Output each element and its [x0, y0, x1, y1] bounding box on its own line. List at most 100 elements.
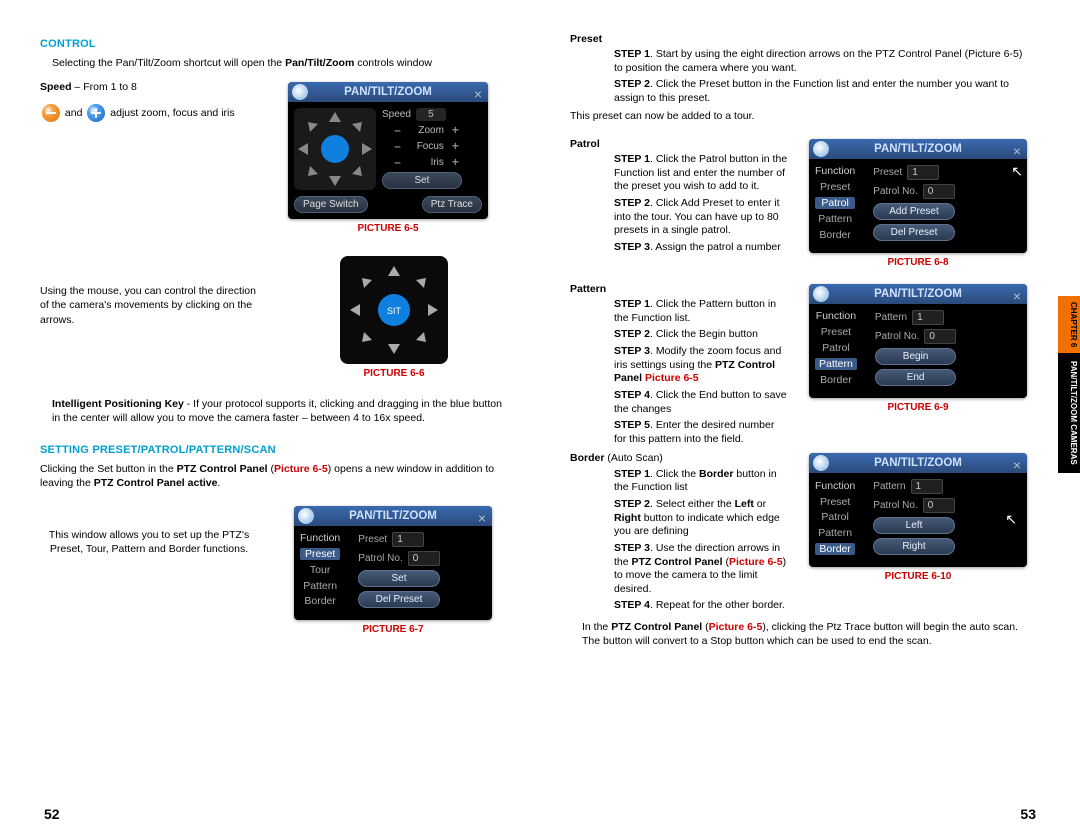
list-item[interactable]: Preset [815, 326, 857, 338]
text-bold: PTZ Control Panel [632, 556, 723, 568]
text: . Select either the [650, 498, 735, 510]
heading-patrol: Patrol [570, 137, 788, 151]
direction-pad[interactable] [294, 108, 376, 190]
list-item[interactable]: Pattern [300, 580, 340, 592]
setting-paragraph: Clicking the Set button in the PTZ Contr… [40, 462, 510, 490]
patrol-input[interactable]: 0 [923, 184, 955, 199]
ptz-trace-button[interactable]: Ptz Trace [422, 196, 482, 213]
step-label: STEP 5 [614, 419, 650, 431]
list-item[interactable]: Pattern [815, 358, 857, 370]
iris-minus[interactable]: – [382, 155, 413, 169]
text-bold: PTZ Control Panel [611, 621, 702, 633]
patrol-input[interactable]: 0 [923, 498, 955, 513]
sit-pad[interactable]: SIT [340, 256, 448, 364]
heading-control: Control [40, 38, 510, 50]
close-icon[interactable]: × [474, 86, 482, 102]
patrol-input[interactable]: 0 [408, 551, 440, 566]
text-bold: PTZ Control Panel [177, 463, 268, 475]
footer-paragraph: In the PTZ Control Panel (Picture 6-5), … [582, 620, 1030, 648]
del-preset-button[interactable]: Del Preset [358, 591, 439, 608]
ptz-logo-icon [813, 455, 829, 471]
label-pattern: Pattern [873, 481, 905, 492]
label-preset: Preset [873, 167, 902, 178]
cursor-icon: ↖ [1005, 511, 1017, 528]
value-speed[interactable]: 5 [416, 108, 446, 121]
list-item[interactable]: Preset [815, 181, 855, 193]
close-icon[interactable]: × [1013, 288, 1021, 304]
iris-plus[interactable]: + [449, 155, 462, 169]
close-icon[interactable]: × [1013, 457, 1021, 473]
focus-plus[interactable]: + [449, 139, 462, 153]
heading-border: Border (Auto Scan) [570, 451, 788, 465]
ptz-logo-icon [813, 286, 829, 302]
list-item[interactable]: Pattern [815, 527, 855, 539]
text-red: Picture 6-5 [645, 372, 699, 384]
chapter-tab: CHAPTER 6 PAN/TILT/ZOOM CAMERAS [1058, 296, 1080, 473]
step: STEP 2. Select either the Left or Right … [614, 498, 788, 539]
step-label: STEP 1 [614, 153, 650, 165]
set-button[interactable]: Set [358, 570, 439, 587]
label-focus: Focus [416, 141, 446, 152]
page-switch-button[interactable]: Page Switch [294, 196, 368, 213]
list-item[interactable]: Border [815, 229, 855, 241]
set-button[interactable]: Set [382, 172, 462, 189]
ptz-title: PAN/TILT/ZOOM [874, 457, 962, 469]
text: – From 1 to 8 [72, 81, 137, 93]
pattern-input[interactable]: 1 [911, 479, 943, 494]
col-function: Function [815, 165, 855, 177]
col-function: Function [815, 480, 855, 492]
step: STEP 3. Assign the patrol a number [614, 241, 788, 255]
ipk-paragraph: Intelligent Positioning Key - If your pr… [52, 397, 510, 425]
list-item[interactable]: Border [815, 374, 857, 386]
label-patrol: Patrol No. [358, 553, 402, 564]
ptz-title: PAN/TILT/ZOOM [874, 288, 962, 300]
step-label: STEP 4 [614, 599, 650, 611]
list-item[interactable]: Border [815, 543, 855, 555]
text-red: Picture 6-5 [709, 621, 763, 633]
figure-6-6: SIT PICTURE 6-6 [278, 256, 510, 387]
list-item[interactable]: Patrol [815, 511, 855, 523]
patrol-input[interactable]: 0 [924, 329, 956, 344]
ptz-titlebar: PAN/TILT/ZOOM × [288, 82, 488, 102]
figure-6-9: PAN/TILT/ZOOM × Function Preset Patrol P… [806, 284, 1030, 421]
svg-text:SIT: SIT [387, 306, 402, 316]
left-button[interactable]: Left [873, 517, 954, 534]
pattern-input[interactable]: 1 [912, 310, 944, 325]
list-item[interactable]: Patrol [815, 197, 855, 209]
focus-minus[interactable]: – [382, 139, 413, 153]
step-label: STEP 1 [614, 298, 650, 310]
step: STEP 4. Repeat for the other border. [614, 599, 788, 613]
list-item[interactable]: Pattern [815, 213, 855, 225]
end-button[interactable]: End [875, 369, 956, 386]
step: STEP 5. Enter the desired number for thi… [614, 419, 788, 446]
heading-pattern: Pattern [570, 282, 788, 296]
list-item[interactable]: Preset [300, 548, 340, 560]
step: STEP 3. Use the direction arrows in the … [614, 542, 788, 597]
zoom-minus[interactable]: – [382, 123, 413, 137]
add-preset-button[interactable]: Add Preset [873, 203, 954, 220]
begin-button[interactable]: Begin [875, 348, 956, 365]
cursor-icon: ↖ [1011, 163, 1023, 180]
text-bold: Left [735, 498, 754, 510]
speed-line: Speed – From 1 to 8 [40, 80, 270, 94]
list-item[interactable]: Preset [815, 496, 855, 508]
text-red: Picture 6-5 [274, 463, 328, 475]
step: STEP 4. Click the End button to save the… [614, 389, 788, 416]
caption-6-10: PICTURE 6-10 [806, 571, 1030, 582]
zoom-plus[interactable]: + [449, 123, 462, 137]
caption-6-7: PICTURE 6-7 [276, 624, 510, 635]
step-label: STEP 2 [614, 197, 650, 209]
step-label: STEP 3 [614, 241, 650, 253]
del-preset-button[interactable]: Del Preset [873, 224, 954, 241]
preset-input[interactable]: 1 [392, 532, 424, 547]
list-item[interactable]: Tour [300, 564, 340, 576]
list-item[interactable]: Patrol [815, 342, 857, 354]
close-icon[interactable]: × [1013, 143, 1021, 159]
list-item[interactable]: Border [300, 595, 340, 607]
caption-6-5: PICTURE 6-5 [288, 223, 488, 234]
close-icon[interactable]: × [478, 510, 486, 526]
function-list: Function Preset Patrol Pattern Border [815, 479, 863, 555]
preset-input[interactable]: 1 [907, 165, 939, 180]
text: . Click the Begin button [650, 328, 758, 340]
right-button[interactable]: Right [873, 538, 954, 555]
